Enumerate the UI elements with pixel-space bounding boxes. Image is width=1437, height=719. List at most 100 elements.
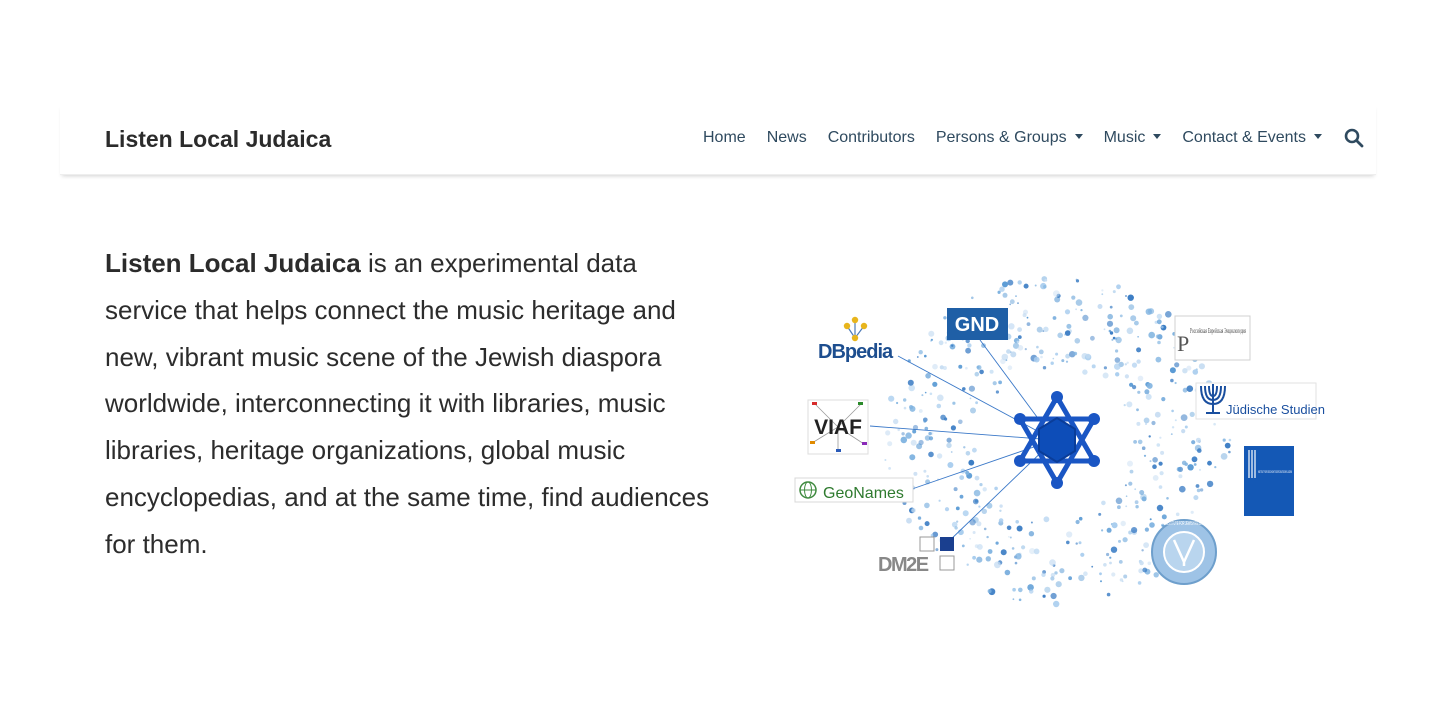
cloud-dot [1134, 500, 1139, 505]
cloud-dot [950, 425, 957, 431]
cloud-dot [1064, 330, 1071, 336]
cloud-dot [897, 428, 900, 432]
nav-home[interactable]: Home [703, 129, 746, 147]
cloud-dot [1127, 460, 1133, 467]
cloud-dot [1114, 337, 1118, 340]
cloud-dot [1179, 485, 1186, 493]
cloud-dot [1028, 531, 1035, 537]
cloud-dot [1139, 490, 1145, 495]
cloud-dot [1078, 574, 1085, 582]
cloud-dot [968, 459, 975, 466]
cloud-dot [916, 356, 919, 358]
cloud-dot [1137, 581, 1142, 585]
cloud-dot [1187, 464, 1194, 471]
cloud-dot [935, 548, 939, 552]
search-icon[interactable] [1344, 128, 1364, 148]
cloud-dot [1055, 352, 1059, 356]
cloud-dot [924, 391, 927, 394]
cloud-dot [1156, 313, 1163, 320]
nav-news[interactable]: News [767, 129, 807, 147]
geonames-logo: GeoNames [794, 477, 914, 503]
cloud-dot [1075, 299, 1083, 306]
cloud-dot [1033, 356, 1040, 363]
cloud-dot [1128, 481, 1133, 486]
cloud-dot [1174, 419, 1177, 422]
cloud-dot [954, 526, 958, 530]
intro-text: is an experimental data service that hel… [105, 248, 710, 559]
cloud-dot [937, 394, 944, 402]
cloud-dot [1129, 469, 1134, 474]
cloud-dot [1126, 361, 1129, 364]
cloud-dot [1149, 522, 1155, 528]
cloud-dot [1036, 345, 1039, 349]
cloud-dot [943, 316, 947, 320]
cloud-dot [1157, 340, 1161, 345]
cloud-dot [1065, 360, 1069, 363]
cloud-dot [918, 525, 924, 531]
cloud-dot [924, 502, 930, 509]
cloud-dot [1101, 289, 1104, 292]
cloud-dot [1066, 540, 1070, 545]
cloud-dot [1064, 309, 1071, 315]
cloud-dot [928, 451, 934, 458]
cloud-dot [1120, 520, 1126, 527]
cloud-dot [1115, 372, 1120, 377]
cloud-dot [1123, 574, 1128, 579]
nav-persons-groups-label: Persons & Groups [935, 129, 1067, 146]
cloud-dot [1066, 531, 1073, 538]
cloud-dot [1043, 516, 1050, 523]
cloud-dot [986, 535, 989, 539]
cloud-dot [950, 451, 953, 453]
cloud-dot [936, 403, 942, 409]
cloud-dot [1131, 296, 1134, 299]
cloud-dot [976, 556, 983, 563]
cloud-dot [1207, 460, 1212, 466]
cloud-dot [1053, 290, 1060, 297]
cloud-dot [962, 510, 969, 517]
cloud-dot [917, 516, 922, 520]
cloud-dot [1018, 587, 1023, 593]
cloud-dot [1023, 309, 1028, 315]
nav-music-dropdown[interactable]: Music [1104, 129, 1162, 147]
cloud-dot [971, 296, 974, 300]
cloud-dot [998, 380, 1002, 385]
cloud-dot [1112, 290, 1116, 294]
cloud-dot [1074, 338, 1081, 344]
cloud-dot [1151, 420, 1156, 426]
brand-link[interactable]: Listen Local Judaica [105, 126, 331, 153]
cloud-dot [979, 369, 984, 375]
cloud-dot [1176, 467, 1182, 472]
cloud-dot [1117, 505, 1121, 510]
cloud-dot [1052, 357, 1055, 360]
cloud-dot [959, 494, 964, 499]
cloud-dot [1178, 474, 1183, 479]
nav-contributors[interactable]: Contributors [828, 129, 915, 147]
cloud-dot [1170, 433, 1173, 435]
cloud-dot [1061, 359, 1065, 363]
nav-contact-events-dropdown[interactable]: Contact & Events [1182, 129, 1322, 147]
cloud-dot [1134, 488, 1137, 491]
caret-down-icon [1153, 134, 1162, 139]
cloud-dot [1132, 385, 1137, 390]
cloud-dot [916, 443, 923, 450]
cloud-dot [1173, 346, 1175, 349]
cloud-dot [1085, 353, 1091, 359]
cloud-dot [1171, 426, 1175, 429]
cloud-dot [1066, 323, 1072, 329]
cloud-dot [986, 502, 993, 509]
cloud-dot [929, 392, 933, 396]
cloud-dot [1228, 438, 1232, 442]
cloud-dot [1103, 563, 1107, 567]
nav-persons-groups-dropdown[interactable]: Persons & Groups [936, 129, 1083, 147]
cloud-dot [1101, 529, 1104, 532]
cloud-dot [1192, 369, 1199, 375]
cloud-dot [1141, 446, 1146, 451]
judische-studien-logo-text: Jüdische Studien [1226, 402, 1325, 417]
cloud-dot [1174, 381, 1177, 385]
cloud-dot [1017, 345, 1024, 351]
cloud-dot [1002, 292, 1008, 298]
cloud-dot [903, 398, 907, 402]
cloud-dot [947, 462, 954, 468]
cloud-dot [1180, 414, 1188, 421]
cloud-dot [1042, 366, 1047, 370]
